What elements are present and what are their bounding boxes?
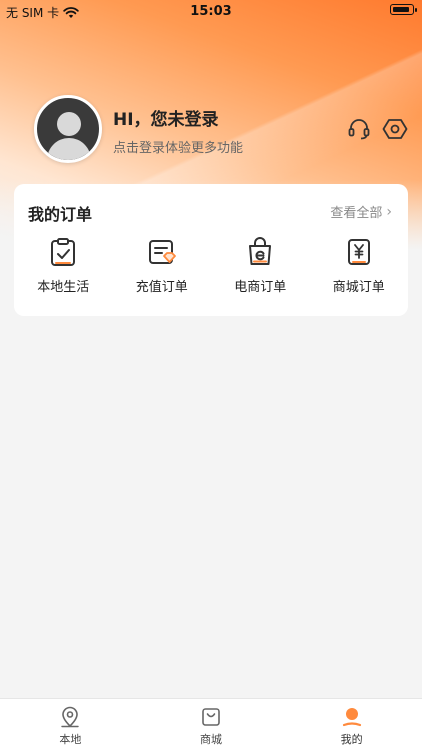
tab-local[interactable]: 本地 <box>0 699 141 750</box>
chevron-right-icon: › <box>386 203 392 220</box>
login-subtitle[interactable]: 点击登录体验更多功能 <box>113 137 243 156</box>
order-item-label: 商城订单 <box>332 280 385 295</box>
location-pin-icon <box>61 706 80 728</box>
order-item-recharge[interactable]: 充值订单 <box>113 236 212 295</box>
view-all-label: 查看全部 <box>330 206 383 221</box>
settings-hexagon-icon[interactable] <box>382 116 408 142</box>
tab-mall[interactable]: 商城 <box>141 699 282 750</box>
status-time: 15:03 <box>190 4 232 19</box>
order-grid: 本地生活 充值订单 电商订单 商城订单 <box>14 236 408 295</box>
tab-label: 我的 <box>340 733 363 746</box>
tab-label: 商城 <box>200 733 222 746</box>
avatar[interactable] <box>34 95 102 163</box>
tab-mine[interactable]: 我的 <box>281 699 422 750</box>
order-item-label: 充值订单 <box>135 280 188 295</box>
battery-icon <box>390 4 417 15</box>
yuan-receipt-icon <box>347 239 370 265</box>
clipboard-check-icon <box>51 238 76 266</box>
tab-label: 本地 <box>59 733 82 746</box>
status-bar: 无 SIM 卡 15:03 <box>0 0 422 22</box>
avatar-head <box>57 112 81 136</box>
shopping-bag-icon <box>249 237 272 265</box>
status-right <box>390 4 417 15</box>
person-icon <box>342 708 361 727</box>
tab-bar: 本地 商城 我的 <box>0 698 422 750</box>
order-item-local-life[interactable]: 本地生活 <box>14 236 113 295</box>
order-item-ecommerce[interactable]: 电商订单 <box>211 236 310 295</box>
order-item-label: 本地生活 <box>37 280 90 295</box>
bag-icon <box>202 708 220 726</box>
recharge-order-icon <box>148 240 176 264</box>
headset-icon[interactable] <box>346 116 372 142</box>
view-all-link[interactable]: 查看全部 › <box>330 202 392 222</box>
my-orders-card: 我的订单 查看全部 › 本地生活 充值订单 电商订单 商城订单 <box>14 184 408 316</box>
order-item-mall[interactable]: 商城订单 <box>310 236 409 295</box>
order-item-label: 电商订单 <box>234 280 287 295</box>
orders-title: 我的订单 <box>28 205 93 224</box>
login-title[interactable]: HI，您未登录 <box>113 105 219 130</box>
avatar-body <box>47 138 91 160</box>
